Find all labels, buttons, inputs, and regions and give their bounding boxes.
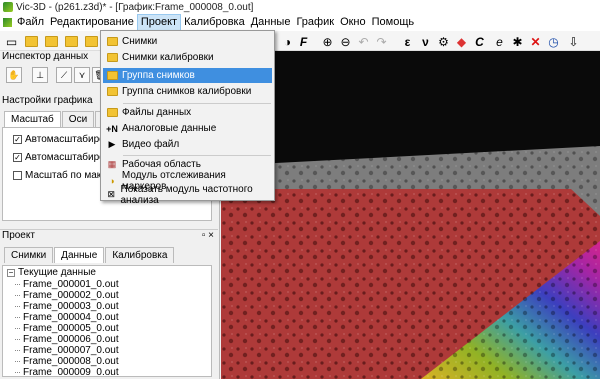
menu-item-label: Группа снимков калибровки [122,86,252,97]
app-menu-icon[interactable] [3,18,12,27]
menu-item-data-files[interactable]: Файлы данных [103,105,272,120]
tab-scale[interactable]: Масштаб [4,111,61,127]
list-item[interactable]: Frame_000003_0.out [15,301,119,312]
menu-help[interactable]: Помощь [369,14,418,31]
new-icon[interactable]: ▭ [4,34,19,49]
sparkle-icon[interactable]: ✱ [510,34,525,49]
strain-epsilon-icon[interactable]: ε [400,34,415,49]
poisson-nu-icon[interactable]: ν [418,34,433,49]
collapse-icon[interactable]: − [7,268,15,277]
menu-item-label: Показать модуль частотного анализа [120,183,253,206]
project-header: Проект ▫ × [0,229,218,242]
frequency-icon: ⊠ [107,189,116,199]
list-item[interactable]: Frame_000004_0.out [15,312,119,323]
menu-item-video-file[interactable]: ▶ Видео файл [103,137,272,152]
graph-viewport[interactable] [221,51,600,379]
export-icon[interactable]: ⇩ [566,34,581,49]
project-tabs: Снимки Данные Калибровка [4,247,175,263]
menu-calibration[interactable]: Калибровка [181,14,248,31]
tag-icon[interactable]: ◆ [454,34,469,49]
analog-icon: +N [106,123,118,134]
tab-images[interactable]: Снимки [4,247,54,263]
folder-icon [106,36,118,47]
tab-data[interactable]: Данные [54,247,105,263]
zoom-out-icon[interactable]: ⊖ [338,34,353,49]
folder-icon [106,70,118,81]
menu-item-label: Аналоговые данные [122,123,217,134]
menu-item-label: Снимки [122,36,158,47]
delete-icon[interactable]: ✕ [528,34,543,49]
open-folder-icon[interactable] [84,34,99,49]
open-folder-icon[interactable] [44,34,59,49]
project-title: Проект [2,230,35,241]
folder-icon [106,107,118,118]
title-bar: Vic-3D - (p261.z3d)* - [График:Frame_000… [0,0,600,14]
menu-item-label: Рабочая область [122,159,201,170]
settings-icon[interactable]: ⚙ [436,34,451,49]
undo-icon[interactable]: ↶ [356,34,371,49]
function-icon[interactable]: F [296,34,311,49]
marker-tool-icon[interactable]: ◑ [280,34,295,49]
checkbox-checked-icon[interactable]: ✓ [13,153,22,162]
checkbox-checked-icon[interactable]: ✓ [13,135,22,144]
menu-file[interactable]: Файл [14,14,47,31]
menu-item-frequency-analysis[interactable]: ⊠ Показать модуль частотного анализа [103,184,272,206]
tree-root[interactable]: − Текущие данные [7,267,96,278]
history-icon[interactable]: ◷ [546,34,561,49]
project-dropdown-menu: Снимки Снимки калибровки Группа снимков … [100,30,275,206]
pin-close-icon[interactable]: ▫ × [202,230,214,242]
tab-axes[interactable]: Оси [61,111,95,127]
open-folder-icon[interactable] [24,34,39,49]
marker-icon: ◑ [109,175,115,186]
menu-data[interactable]: Данные [248,14,294,31]
checkbox-unchecked-icon[interactable] [13,171,22,180]
open-folder-icon[interactable] [64,34,79,49]
menu-item-calibration-image-group[interactable]: Группа снимков калибровки [103,84,272,99]
line-tool-icon[interactable]: ⟋ [56,67,72,83]
polyline-tool-icon[interactable]: ⋎ [74,67,90,83]
list-item[interactable]: Frame_000008_0.out [15,356,119,367]
tree-root-label: Текущие данные [18,267,96,278]
menu-separator [123,155,271,156]
app-icon [3,2,13,12]
menu-separator [123,103,271,104]
exponent-icon[interactable]: e [492,34,507,49]
redo-icon[interactable]: ↷ [374,34,389,49]
menu-item-images[interactable]: Снимки [103,34,272,49]
folder-icon [106,52,118,63]
list-item[interactable]: Frame_000009_0.out [15,367,119,376]
list-item[interactable]: Frame_000001_0.out [15,279,119,290]
menu-graph[interactable]: График [293,14,337,31]
menu-project[interactable]: Проект [136,14,182,31]
menu-item-label: Снимки калибровки [122,52,214,63]
window-title: Vic-3D - (p261.z3d)* - [График:Frame_000… [16,1,254,13]
tab-calibration[interactable]: Калибровка [105,247,175,263]
menu-item-analog-data[interactable]: +N Аналоговые данные [103,121,272,136]
strain-overlay-image [221,51,600,379]
workspace-icon: ▦ [107,159,117,169]
menu-item-calibration-images[interactable]: Снимки калибровки [103,50,272,65]
menu-window[interactable]: Окно [337,14,369,31]
point-tool-icon[interactable]: ⊥ [32,67,48,83]
folder-icon [106,86,118,97]
project-tree: − Текущие данные Frame_000001_0.out Fram… [2,265,212,377]
toolbar: ▭ ◑ F ⊕ ⊖ ↶ ↷ ε ν ⚙ ◆ C e ✱ ✕ ◷ ⇩ [0,31,600,51]
curvature-icon[interactable]: C [472,34,487,49]
zoom-in-icon[interactable]: ⊕ [320,34,335,49]
menu-item-label: Видео файл [122,139,180,150]
list-item[interactable]: Frame_000006_0.out [15,334,119,345]
list-item[interactable]: Frame_000005_0.out [15,323,119,334]
menu-bar: Файл Редактирование Проект Калибровка Да… [0,14,600,31]
menu-edit[interactable]: Редактирование [47,14,137,31]
menu-item-label: Группа снимков [122,70,195,81]
list-item[interactable]: Frame_000007_0.out [15,345,119,356]
list-item[interactable]: Frame_000002_0.out [15,290,119,301]
menu-item-image-group[interactable]: Группа снимков [103,68,272,83]
menu-item-label: Файлы данных [122,107,192,118]
video-icon: ▶ [108,139,116,149]
hand-tool-icon[interactable]: ✋ [6,67,22,83]
